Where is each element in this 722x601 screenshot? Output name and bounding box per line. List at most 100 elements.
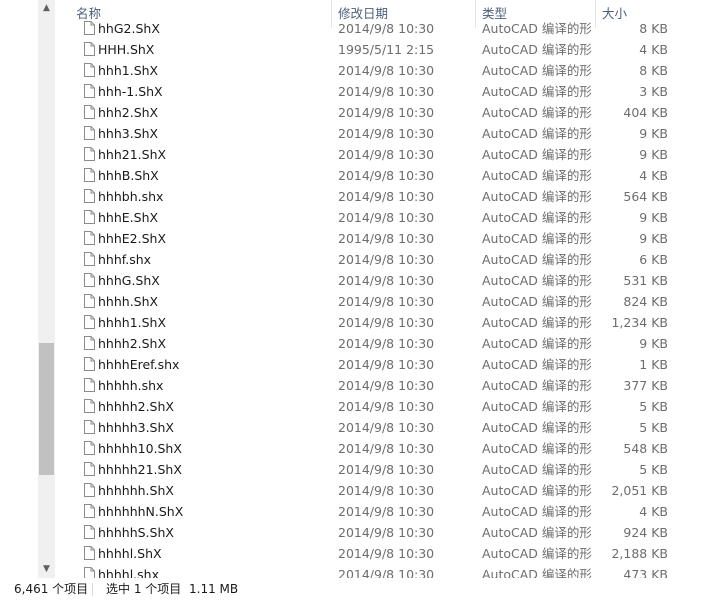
file-name: hhhhhhN.ShX — [98, 504, 184, 519]
file-date: 2014/9/8 10:30 — [338, 420, 435, 435]
file-type: AutoCAD 编译的形 — [482, 441, 592, 456]
file-type: AutoCAD 编译的形 — [482, 483, 592, 498]
file-type: AutoCAD 编译的形 — [482, 399, 592, 414]
file-date: 2014/9/8 10:30 — [338, 21, 435, 36]
file-date: 2014/9/8 10:30 — [338, 567, 435, 578]
file-row[interactable]: hhhhl.ShX 2014/9/8 10:30 AutoCAD 编译的形 2,188… — [56, 543, 676, 564]
file-name: hhhhl.shx — [98, 567, 159, 578]
file-type: AutoCAD 编译的形 — [482, 420, 592, 435]
file-row[interactable]: HHH.ShX 1995/5/11 2:15 AutoCAD 编译的形 4 KB — [56, 39, 676, 60]
file-size: 5 KB — [639, 399, 668, 414]
file-row[interactable]: hhhh1.ShX 2014/9/8 10:30 AutoCAD 编译的形 1,234… — [56, 312, 676, 333]
file-icon — [84, 105, 95, 119]
file-name: hhhh1.ShX — [98, 315, 167, 330]
file-date: 2014/9/8 10:30 — [338, 252, 435, 267]
file-icon — [84, 231, 95, 245]
file-row[interactable]: hhhhh3.ShX 2014/9/8 10:30 AutoCAD 编译的形 5 KB — [56, 417, 676, 438]
file-row[interactable]: hhhG.ShX 2014/9/8 10:30 AutoCAD 编译的形 531 KB — [56, 270, 676, 291]
file-row[interactable]: hhh21.ShX 2014/9/8 10:30 AutoCAD 编译的形 9 KB — [56, 144, 676, 165]
file-size: 4 KB — [639, 42, 668, 57]
file-name: hhh-1.ShX — [98, 84, 163, 99]
file-type: AutoCAD 编译的形 — [482, 168, 592, 183]
file-type: AutoCAD 编译的形 — [482, 42, 592, 57]
file-size: 473 KB — [623, 567, 668, 578]
file-name: hhhB.ShX — [98, 168, 159, 183]
file-size: 5 KB — [639, 462, 668, 477]
file-row[interactable]: hhhE.ShX 2014/9/8 10:30 AutoCAD 编译的形 9 KB — [56, 207, 676, 228]
vertical-scrollbar[interactable]: ▲ ▼ — [38, 0, 55, 578]
file-date: 2014/9/8 10:30 — [338, 189, 435, 204]
file-icon — [84, 189, 95, 203]
file-date: 2014/9/8 10:30 — [338, 210, 435, 225]
file-row[interactable]: hhhbh.shx 2014/9/8 10:30 AutoCAD 编译的形 564 K… — [56, 186, 676, 207]
scroll-down-arrow-icon[interactable]: ▼ — [38, 561, 55, 578]
file-icon — [84, 546, 95, 560]
file-date: 2014/9/8 10:30 — [338, 63, 435, 78]
selected-size: 1.11 MB — [189, 582, 239, 596]
file-row[interactable]: hhhhhh.ShX 2014/9/8 10:30 AutoCAD 编译的形 2,05… — [56, 480, 676, 501]
file-size: 824 KB — [623, 294, 668, 309]
file-date: 1995/5/11 2:15 — [338, 42, 435, 57]
file-name: hhhG.ShX — [98, 273, 160, 288]
file-date: 2014/9/8 10:30 — [338, 147, 435, 162]
file-date: 2014/9/8 10:30 — [338, 105, 435, 120]
file-name: hhhhl.ShX — [98, 546, 162, 561]
file-type: AutoCAD 编译的形 — [482, 336, 592, 351]
file-row[interactable]: hhh-1.ShX 2014/9/8 10:30 AutoCAD 编译的形 3 KB — [56, 81, 676, 102]
sort-ascending-icon: ⌃ — [196, 0, 206, 7]
file-row[interactable]: hhhf.shx 2014/9/8 10:30 AutoCAD 编译的形 6 KB — [56, 249, 676, 270]
file-icon — [84, 21, 95, 35]
scrollbar-thumb[interactable] — [39, 343, 54, 475]
file-row[interactable]: hhhhEref.shx 2014/9/8 10:30 AutoCAD 编译的形 1 … — [56, 354, 676, 375]
file-row[interactable]: hhhh2.ShX 2014/9/8 10:30 AutoCAD 编译的形 9 KB — [56, 333, 676, 354]
file-row[interactable]: hhh1.ShX 2014/9/8 10:30 AutoCAD 编译的形 8 KB — [56, 60, 676, 81]
file-name: hhhhh21.ShX — [98, 462, 182, 477]
file-size: 2,188 KB — [611, 546, 668, 561]
file-name: hhh1.ShX — [98, 63, 159, 78]
file-date: 2014/9/8 10:30 — [338, 525, 435, 540]
file-row[interactable]: hhhh.ShX 2014/9/8 10:30 AutoCAD 编译的形 824 KB — [56, 291, 676, 312]
file-row[interactable]: hhh3.ShX 2014/9/8 10:30 AutoCAD 编译的形 9 KB — [56, 123, 676, 144]
file-type: AutoCAD 编译的形 — [482, 357, 592, 372]
file-row[interactable]: hhhhhhN.ShX 2014/9/8 10:30 AutoCAD 编译的形 4 K… — [56, 501, 676, 522]
file-row[interactable]: hhhhl.shx 2014/9/8 10:30 AutoCAD 编译的形 473 K… — [56, 564, 676, 578]
file-row[interactable]: hhh2.ShX 2014/9/8 10:30 AutoCAD 编译的形 404 KB — [56, 102, 676, 123]
file-type: AutoCAD 编译的形 — [482, 294, 592, 309]
file-name: hhhhh3.ShX — [98, 420, 174, 435]
file-icon — [84, 147, 95, 161]
file-size: 924 KB — [623, 525, 668, 540]
file-name: hhh3.ShX — [98, 126, 159, 141]
file-name: hhhE2.ShX — [98, 231, 167, 246]
file-list: hhG2.ShX 2014/9/8 10:30 AutoCAD 编译的形 8 KB HH… — [56, 18, 676, 578]
scroll-up-arrow-icon[interactable]: ▲ — [38, 0, 55, 17]
file-size: 9 KB — [639, 147, 668, 162]
file-date: 2014/9/8 10:30 — [338, 462, 435, 477]
file-size: 8 KB — [639, 21, 668, 36]
file-date: 2014/9/8 10:30 — [338, 399, 435, 414]
file-type: AutoCAD 编译的形 — [482, 189, 592, 204]
file-icon — [84, 462, 95, 476]
file-icon — [84, 84, 95, 98]
file-icon — [84, 294, 95, 308]
file-date: 2014/9/8 10:30 — [338, 357, 435, 372]
file-type: AutoCAD 编译的形 — [482, 378, 592, 393]
file-row[interactable]: hhhE2.ShX 2014/9/8 10:30 AutoCAD 编译的形 9 KB — [56, 228, 676, 249]
file-icon — [84, 504, 95, 518]
file-type: AutoCAD 编译的形 — [482, 21, 592, 36]
file-size: 3 KB — [639, 84, 668, 99]
status-divider — [92, 583, 93, 596]
file-row[interactable]: hhhB.ShX 2014/9/8 10:30 AutoCAD 编译的形 4 KB — [56, 165, 676, 186]
file-type: AutoCAD 编译的形 — [482, 315, 592, 330]
file-row[interactable]: hhhhh10.ShX 2014/9/8 10:30 AutoCAD 编译的形 548… — [56, 438, 676, 459]
file-size: 9 KB — [639, 231, 668, 246]
file-size: 2,051 KB — [611, 483, 668, 498]
file-row[interactable]: hhhhhS.ShX 2014/9/8 10:30 AutoCAD 编译的形 924 … — [56, 522, 676, 543]
file-row[interactable]: hhhhh.shx 2014/9/8 10:30 AutoCAD 编译的形 377 K… — [56, 375, 676, 396]
file-size: 9 KB — [639, 210, 668, 225]
file-row[interactable]: hhhhh21.ShX 2014/9/8 10:30 AutoCAD 编译的形 5 K… — [56, 459, 676, 480]
file-date: 2014/9/8 10:30 — [338, 273, 435, 288]
file-size: 1,234 KB — [611, 315, 668, 330]
file-type: AutoCAD 编译的形 — [482, 252, 592, 267]
file-row[interactable]: hhhhh2.ShX 2014/9/8 10:30 AutoCAD 编译的形 5 KB — [56, 396, 676, 417]
file-row[interactable]: hhG2.ShX 2014/9/8 10:30 AutoCAD 编译的形 8 KB — [56, 18, 676, 39]
